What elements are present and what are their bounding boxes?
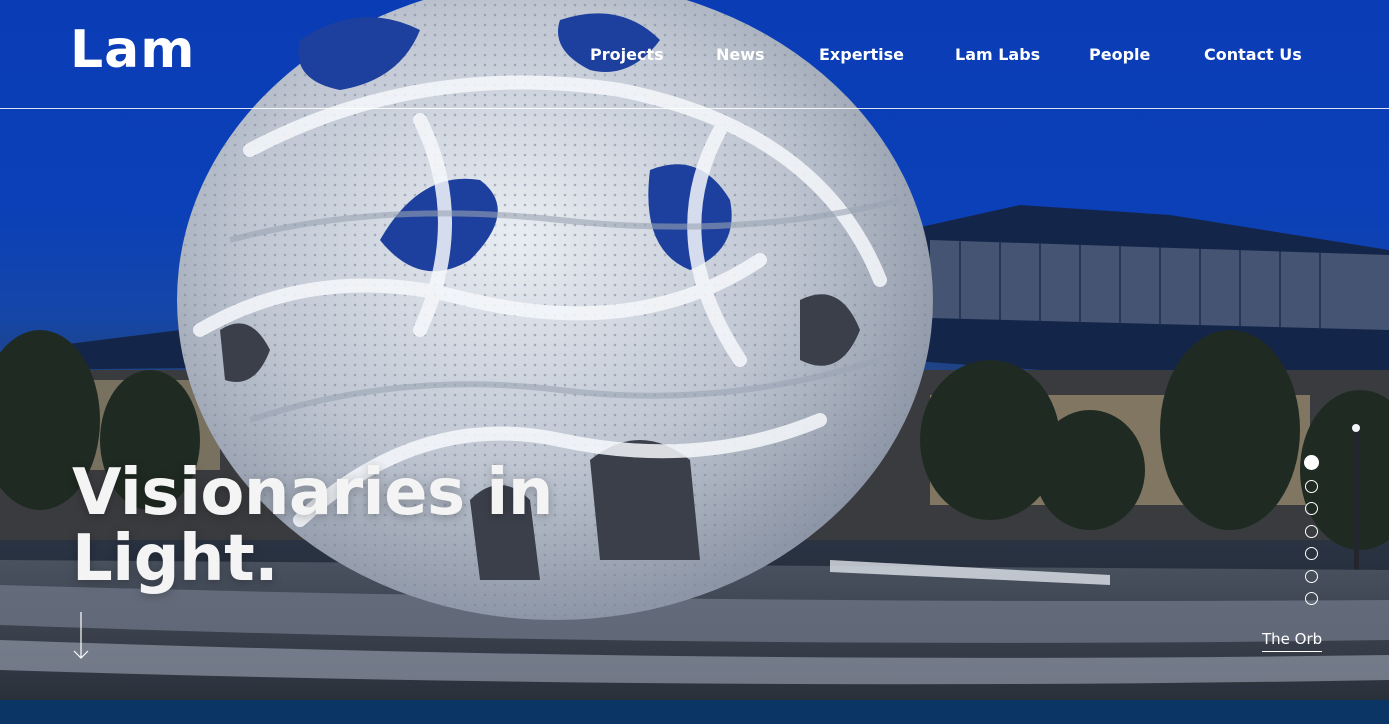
slide-dot-5[interactable] [1305, 547, 1318, 560]
nav-expertise[interactable]: Expertise [819, 44, 904, 66]
slide-dot-6[interactable] [1305, 569, 1318, 583]
slide-dot-1[interactable] [1304, 455, 1319, 470]
site-header: Lam Projects News Expertise Lam Labs Peo… [0, 0, 1389, 109]
hero-headline: Visionaries in Light. [72, 460, 553, 592]
hero-headline-line-1: Visionaries in [72, 456, 553, 530]
slide-dot-7[interactable] [1305, 592, 1318, 605]
main-nav: Projects News Expertise Lam Labs People … [0, 44, 1389, 68]
scroll-down-arrow-icon[interactable] [72, 612, 90, 660]
nav-projects[interactable]: Projects [590, 44, 664, 66]
slide-dot-2[interactable] [1305, 479, 1318, 493]
nav-news[interactable]: News [716, 44, 765, 66]
footer-band [0, 700, 1389, 724]
hero-headline-line-2: Light. [72, 522, 278, 596]
slide-pagination [1304, 455, 1323, 615]
nav-lam-labs[interactable]: Lam Labs [955, 44, 1040, 66]
slide-dot-4[interactable] [1305, 524, 1318, 538]
slide-dot-3[interactable] [1305, 502, 1318, 515]
nav-contact-us[interactable]: Contact Us [1204, 44, 1302, 66]
hero-section: Lam Projects News Expertise Lam Labs Peo… [0, 0, 1389, 700]
project-caption-link[interactable]: The Orb [1262, 630, 1323, 652]
nav-people[interactable]: People [1089, 44, 1150, 66]
